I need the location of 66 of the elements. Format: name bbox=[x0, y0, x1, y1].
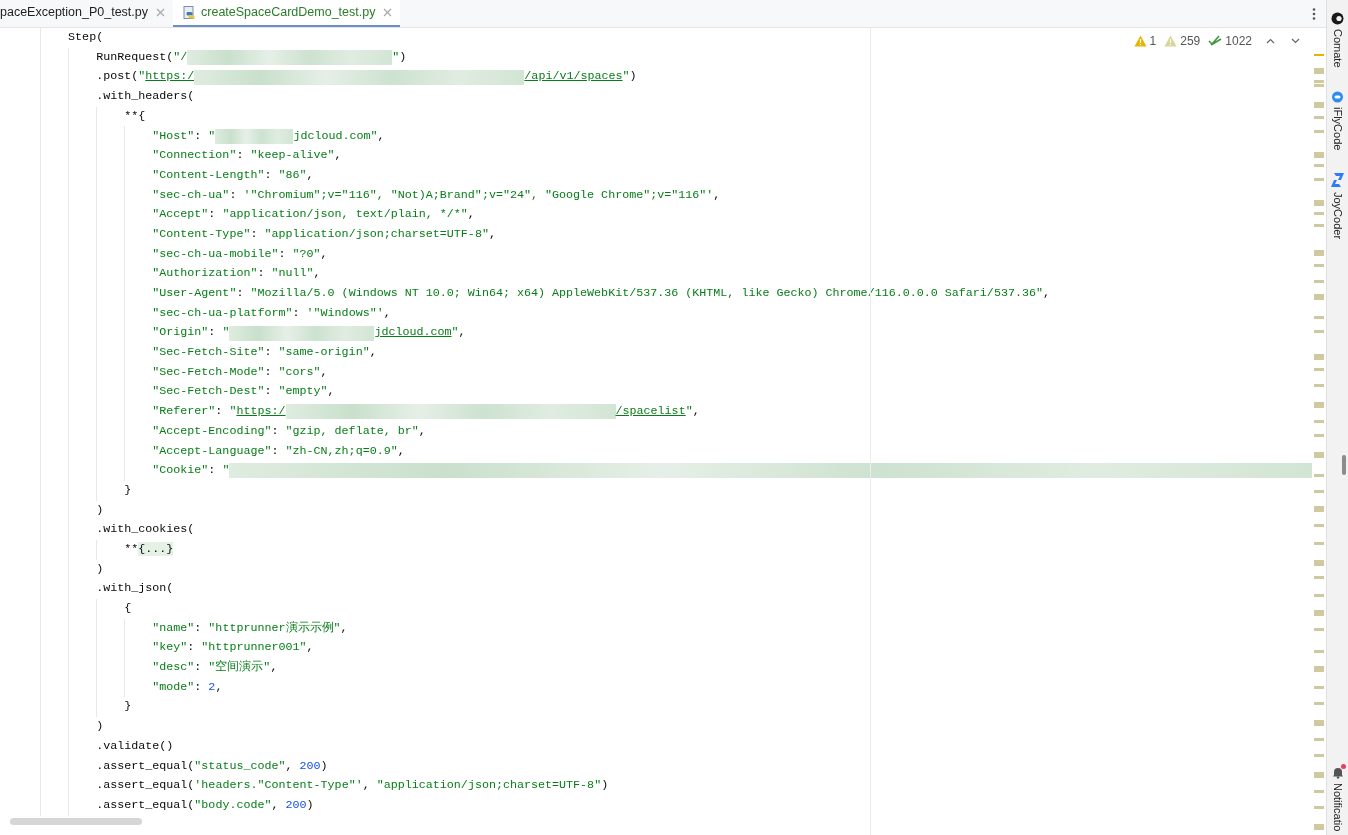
code-line: .assert_equal("status_code", 200) bbox=[96, 757, 328, 775]
code-line: .with_json( bbox=[96, 580, 174, 598]
code-line: .with_cookies( bbox=[96, 521, 195, 539]
code-text: jdcloud.com", bbox=[374, 324, 466, 342]
code-line: "Connection": "keep-alive", bbox=[152, 147, 342, 165]
code-line: .assert_equal("body.code", 200) bbox=[96, 796, 314, 814]
code-text: .post("https:/ bbox=[96, 68, 195, 86]
horizontal-scrollbar[interactable] bbox=[10, 818, 142, 825]
code-line: ) bbox=[96, 501, 104, 519]
warning-icon bbox=[1164, 35, 1178, 47]
code-line: { bbox=[124, 600, 132, 617]
code-line: "Sec-Fetch-Dest": "empty", bbox=[152, 383, 335, 401]
code-text: /spacelist", bbox=[615, 403, 700, 421]
tool-window-button[interactable]: Notificatio bbox=[1329, 761, 1346, 835]
tool-window-button[interactable]: JoyCoder bbox=[1329, 167, 1346, 243]
code-line: "mode": 2, bbox=[152, 678, 223, 696]
down-caret-icon[interactable] bbox=[1291, 38, 1300, 44]
double-check-icon bbox=[1208, 35, 1223, 47]
circle-logo-icon bbox=[1331, 12, 1344, 25]
code-text: "Origin": " bbox=[152, 324, 230, 342]
code-line: } bbox=[124, 481, 132, 499]
editor-tab[interactable]: paceException_P0_test.py bbox=[0, 0, 174, 27]
code-line: "Accept-Encoding": "gzip, deflate, br", bbox=[152, 422, 426, 440]
code-line: "key": "httprunner001", bbox=[152, 639, 314, 657]
bell-icon bbox=[1331, 765, 1344, 779]
editor-tab[interactable]: createSpaceCardDemo_test.py bbox=[173, 0, 401, 27]
up-caret-icon[interactable] bbox=[1266, 38, 1275, 44]
close-icon[interactable] bbox=[156, 8, 166, 17]
code-line: "desc": "空间演示", bbox=[152, 659, 278, 677]
code-line: .validate() bbox=[96, 737, 174, 755]
code-text: RunRequest("/ bbox=[96, 48, 188, 66]
code-line: "User-Agent": "Mozilla/5.0 (Windows NT 10.0; Win64; x64) AppleWebKit/537.36 (KHTML, like Gecko) Chrome/116.0.0.0 Safari/537.36", bbox=[152, 285, 1050, 302]
code-line: "Content-Length": "86", bbox=[152, 166, 314, 184]
code-text: "Referer": "https:/ bbox=[152, 403, 286, 421]
inspection-counter[interactable]: 1 bbox=[1133, 32, 1157, 50]
code-line: .assert_equal('headers."Content-Type"', "application/json;charset=UTF-8") bbox=[96, 777, 609, 795]
code-line: "Accept": "application/json, text/plain, */*", bbox=[152, 206, 475, 224]
inspection-counter[interactable]: 259 bbox=[1164, 32, 1201, 50]
code-line: **{ bbox=[124, 107, 146, 125]
close-icon[interactable] bbox=[383, 8, 393, 17]
code-line: "Sec-Fetch-Site": "same-origin", bbox=[152, 344, 377, 362]
code-line: } bbox=[124, 698, 132, 716]
code-text: ") bbox=[392, 48, 407, 66]
code-line: "Accept-Language": "zh-CN,zh;q=0.9", bbox=[152, 442, 405, 460]
code-line: "Content-Type": "application/json;charset=UTF-8", bbox=[152, 225, 496, 243]
code-text: /api/v1/spaces") bbox=[524, 68, 637, 86]
code-line: Step( bbox=[68, 29, 104, 47]
code-line: ) bbox=[96, 718, 104, 736]
scrollbar-thumb[interactable] bbox=[1342, 455, 1346, 475]
code-text: "Host": " bbox=[152, 127, 216, 145]
tool-window-button[interactable]: Comate bbox=[1329, 8, 1346, 72]
code-line: "Authorization": "null", bbox=[152, 265, 321, 283]
code-line: **{...} bbox=[124, 540, 174, 558]
code-line: "sec-ch-ua-mobile": "?0", bbox=[152, 245, 328, 263]
code-text: jdcloud.com", bbox=[293, 127, 385, 145]
more-options-icon[interactable] bbox=[1312, 8, 1316, 20]
code-line: ) bbox=[96, 560, 104, 578]
code-line: "name": "httprunner演示示例", bbox=[152, 619, 348, 637]
code-text: "Cookie": " bbox=[152, 462, 230, 480]
inspection-counter[interactable]: 1022 bbox=[1208, 32, 1252, 50]
code-line: "sec-ch-ua": '"Chromium";v="116", "Not)A;Brand";v="24", "Google Chrome";v="116"', bbox=[152, 186, 721, 204]
code-line: .with_headers( bbox=[96, 88, 195, 106]
s-shape-logo-icon bbox=[1330, 171, 1345, 188]
code-line: "Sec-Fetch-Mode": "cors", bbox=[152, 363, 328, 381]
tool-window-button[interactable]: iFlyCode bbox=[1329, 85, 1346, 154]
code-line: "sec-ch-ua-platform": '"Windows"', bbox=[152, 304, 391, 322]
